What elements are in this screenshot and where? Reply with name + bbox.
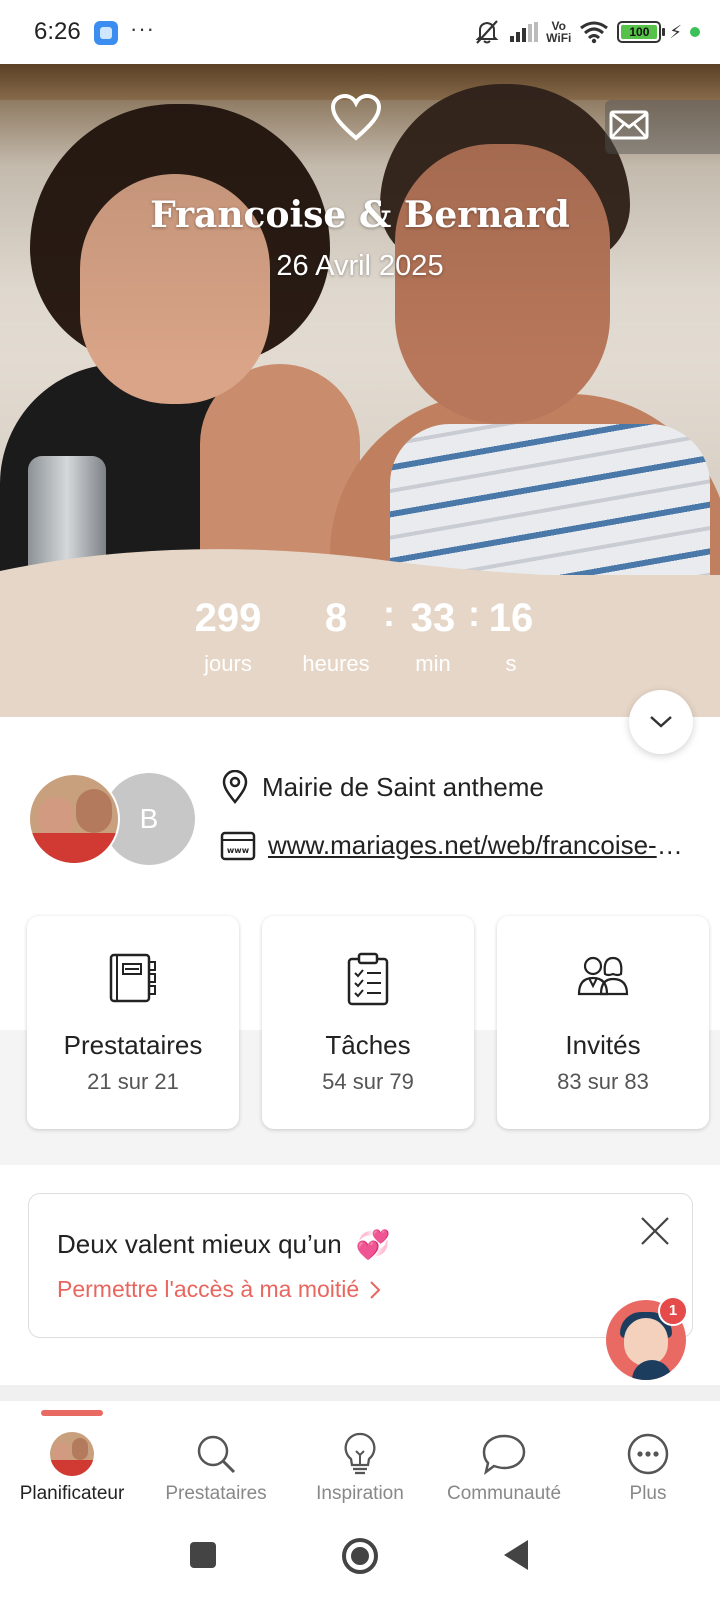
card-invites[interactable]: Invités 83 sur 83 bbox=[497, 916, 709, 1129]
system-navigation-bar bbox=[0, 1511, 720, 1600]
invite-partner-card[interactable]: Deux valent mieux qu’un 💞 Permettre l'ac… bbox=[28, 1193, 693, 1338]
chat-bubble-icon bbox=[482, 1434, 526, 1476]
app-notification-icon bbox=[94, 21, 118, 45]
wedding-countdown: 299 jours 8 heures : 33 min : 16 s bbox=[0, 575, 720, 717]
mail-button[interactable] bbox=[605, 100, 720, 154]
chevron-right-icon bbox=[370, 1280, 381, 1299]
website-row[interactable]: www www.mariages.net/web/francoise-et-be… bbox=[220, 830, 688, 861]
countdown-days: 299 jours bbox=[194, 596, 262, 676]
status-bar: 6:26 ··· Vo WiFi 100 ⚡ bbox=[0, 0, 720, 64]
section-divider bbox=[0, 1385, 720, 1401]
recent-apps-button[interactable] bbox=[190, 1542, 216, 1568]
card-value: 83 sur 83 bbox=[557, 1069, 649, 1094]
heart-icon[interactable] bbox=[330, 94, 382, 142]
nav-label: Prestataires bbox=[165, 1483, 267, 1504]
website-link[interactable]: www.mariages.net/web/francoise-et-bernar… bbox=[268, 830, 688, 861]
nav-label: Inspiration bbox=[316, 1483, 404, 1504]
promo-link-text: Permettre l'accès à ma moitié bbox=[57, 1276, 360, 1302]
wifi-icon bbox=[580, 21, 609, 44]
nav-label: Communauté bbox=[446, 1483, 562, 1504]
nav-plus[interactable]: Plus bbox=[576, 1431, 720, 1505]
more-notifications-icon: ··· bbox=[130, 16, 155, 41]
couple-photo-header: Francoise & Bernard 26 Avril 2025 bbox=[0, 64, 720, 634]
collapse-button[interactable] bbox=[629, 690, 693, 754]
hearts-icon: 💞 bbox=[355, 1229, 391, 1260]
search-icon bbox=[197, 1435, 236, 1474]
vowifi-icon: Vo WiFi bbox=[546, 19, 572, 45]
back-button[interactable] bbox=[504, 1540, 528, 1570]
nav-prestataires[interactable]: Prestataires bbox=[144, 1431, 288, 1505]
couple-name: Francoise & Bernard bbox=[150, 194, 570, 236]
promo-title: Deux valent mieux qu’un bbox=[57, 1229, 342, 1259]
card-value: 54 sur 79 bbox=[322, 1069, 414, 1094]
countdown-seconds: 16 s bbox=[488, 596, 534, 676]
venue-text: Mairie de Saint antheme bbox=[262, 771, 544, 802]
checklist-icon bbox=[347, 952, 389, 1006]
countdown-separator: : bbox=[383, 593, 395, 634]
nav-label: Planificateur bbox=[19, 1483, 125, 1504]
profile-avatar-icon bbox=[50, 1432, 94, 1476]
active-tab-indicator bbox=[41, 1410, 103, 1416]
bottom-navigation: Planificateur Prestataires Inspiration C… bbox=[0, 1401, 720, 1511]
countdown-hours: 8 heures bbox=[302, 596, 370, 676]
lightbulb-icon bbox=[344, 1432, 376, 1475]
card-title: Prestataires bbox=[63, 1030, 203, 1060]
chevron-down-icon bbox=[650, 716, 672, 728]
close-icon[interactable] bbox=[638, 1214, 672, 1248]
card-value: 21 sur 21 bbox=[87, 1069, 179, 1094]
countdown-minutes: 33 min bbox=[410, 596, 456, 676]
nav-inspiration[interactable]: Inspiration bbox=[288, 1431, 432, 1505]
chat-notification-badge: 1 bbox=[658, 1296, 688, 1326]
card-prestataires[interactable]: Prestataires 21 sur 21 bbox=[27, 916, 239, 1129]
battery-icon: 100 bbox=[617, 21, 666, 43]
website-icon: www bbox=[220, 831, 256, 860]
card-title: Invités bbox=[565, 1030, 641, 1060]
cell-signal-icon bbox=[510, 22, 539, 42]
svg-text:www: www bbox=[227, 846, 250, 855]
card-title: Tâches bbox=[325, 1030, 411, 1060]
home-button[interactable] bbox=[342, 1538, 378, 1574]
status-time: 6:26 bbox=[34, 18, 81, 45]
venue-row[interactable]: Mairie de Saint antheme bbox=[222, 770, 544, 804]
couple-avatar[interactable] bbox=[28, 773, 120, 865]
privacy-indicator-dot bbox=[690, 27, 700, 37]
notebook-icon bbox=[109, 953, 156, 1003]
wedding-date: 26 Avril 2025 bbox=[276, 250, 444, 282]
location-pin-icon bbox=[222, 770, 248, 804]
nav-label: Plus bbox=[629, 1483, 667, 1504]
silent-mode-icon bbox=[475, 20, 499, 44]
nav-communaute[interactable]: Communauté bbox=[432, 1431, 576, 1505]
envelope-icon bbox=[609, 110, 649, 140]
more-icon bbox=[627, 1433, 669, 1475]
card-taches[interactable]: Tâches 54 sur 79 bbox=[262, 916, 474, 1129]
guests-icon bbox=[577, 956, 629, 996]
invite-partner-link[interactable]: Permettre l'accès à ma moitié bbox=[57, 1276, 381, 1303]
nav-planificateur[interactable]: Planificateur bbox=[0, 1431, 144, 1505]
charging-icon: ⚡ bbox=[669, 21, 682, 42]
